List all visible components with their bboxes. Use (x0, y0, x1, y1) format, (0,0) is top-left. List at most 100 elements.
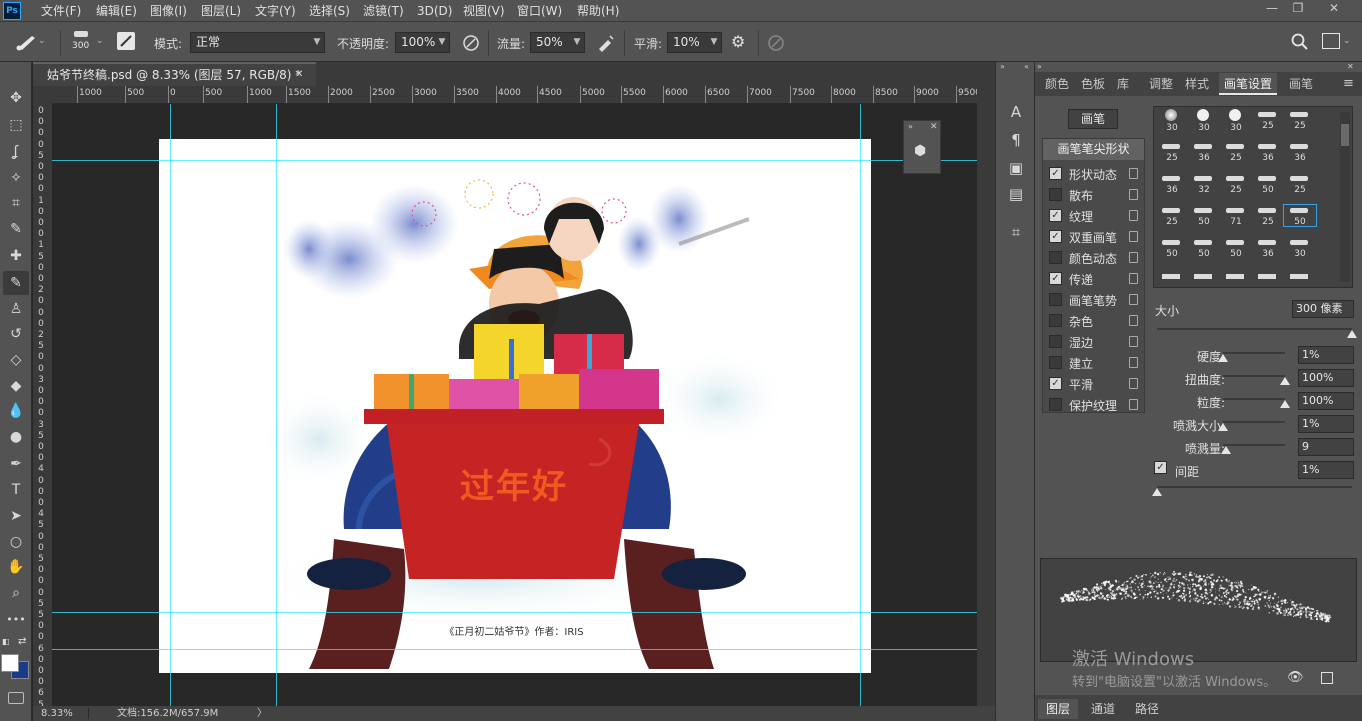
brush-option-row[interactable]: ✓ 平滑 (1043, 374, 1144, 395)
guide-vertical[interactable] (860, 104, 861, 706)
brush-preset-cell[interactable]: 36 (1252, 237, 1284, 259)
lock-icon[interactable] (1129, 273, 1138, 284)
document-canvas[interactable]: 过年好 《正月初二姑爷节》作者：IRIS (159, 139, 871, 673)
brush-tool-icon[interactable]: ✎ (3, 271, 29, 295)
brush-option-checkbox[interactable]: ✓ (1049, 209, 1062, 222)
brush-preset-cell[interactable]: 25 (1220, 173, 1252, 195)
brush-preset-cell[interactable] (1188, 269, 1220, 287)
hardness-slider-thumb[interactable] (1218, 354, 1228, 362)
menu-help[interactable]: 帮助(H) (577, 2, 619, 20)
guide-horizontal[interactable] (52, 612, 977, 613)
healing-tool-icon[interactable]: ✚ (3, 244, 29, 268)
lock-icon[interactable] (1129, 336, 1138, 347)
brush-option-checkbox[interactable] (1049, 293, 1062, 306)
spray-amount-field[interactable]: 9 (1298, 438, 1354, 456)
brush-preset-cell[interactable]: 50 (1283, 204, 1317, 227)
workspace-chevron-icon[interactable]: ⌄ (1343, 36, 1351, 46)
brushes-button[interactable]: 画笔 (1068, 109, 1118, 129)
close-icon[interactable]: ✕ (1322, 0, 1346, 18)
tool-preset-chevron-icon[interactable]: ⌄ (38, 36, 46, 46)
brush-option-row[interactable]: ✓ 纹理 (1043, 206, 1144, 227)
lasso-tool-icon[interactable]: ʆ (3, 140, 29, 164)
character-panel-icon[interactable]: A (1002, 100, 1030, 124)
tab-brush-settings[interactable]: 画笔设置 (1219, 73, 1277, 95)
menu-file[interactable]: 文件(F) (41, 2, 81, 20)
presets-scrollbar[interactable] (1340, 112, 1350, 282)
brush-option-row[interactable]: 建立 (1043, 353, 1144, 374)
brush-option-checkbox[interactable] (1049, 188, 1062, 201)
brush-preset-cell[interactable]: 25 (1252, 109, 1284, 131)
tab-paths[interactable]: 路径 (1127, 699, 1167, 719)
brush-preset-cell[interactable]: 25 (1284, 109, 1316, 131)
more-tools-icon[interactable]: ••• (3, 608, 29, 632)
distortion-slider-thumb[interactable] (1280, 377, 1290, 385)
menu-image[interactable]: 图像(I) (150, 2, 187, 20)
menu-view[interactable]: 视图(V) (463, 2, 505, 20)
airbrush-icon[interactable] (596, 33, 616, 53)
brush-option-row[interactable]: 保护纹理 (1043, 395, 1144, 416)
smoothing-chevron-icon[interactable]: ▼ (706, 32, 722, 53)
grain-slider-thumb[interactable] (1280, 400, 1290, 408)
status-menu-arrow-icon[interactable]: 〉 (257, 706, 267, 721)
distortion-slider-track[interactable] (1223, 375, 1285, 377)
brush-preset-cell[interactable]: 25 (1252, 205, 1284, 227)
spacing-checkbox[interactable]: ✓ (1154, 461, 1167, 474)
stamp-tool-icon[interactable]: ♙ (3, 297, 29, 321)
menu-select[interactable]: 选择(S) (309, 2, 350, 20)
opacity-chevron-icon[interactable]: ▼ (434, 32, 450, 53)
ellipse-tool-icon[interactable]: ○ (3, 530, 29, 554)
panel-expand-icon[interactable]: « (1024, 62, 1029, 71)
brush-preset-cell[interactable]: 50 (1156, 237, 1188, 259)
vertical-scrollbar[interactable] (977, 86, 995, 706)
document-tab-close-icon[interactable]: ✕ (295, 64, 303, 86)
brush-preset-cell[interactable]: 25 (1156, 205, 1188, 227)
brush-option-checkbox[interactable] (1049, 335, 1062, 348)
lock-icon[interactable] (1129, 315, 1138, 326)
size-field[interactable]: 300 像素 (1292, 300, 1354, 318)
panel-menu-icon[interactable]: ≡ (1343, 76, 1354, 91)
document-tab[interactable]: 姑爷节终稿.psd @ 8.33% (图层 57, RGB/8) * ✕ (33, 62, 316, 86)
brush-option-checkbox[interactable]: ✓ (1049, 272, 1062, 285)
hardness-slider-track[interactable] (1223, 352, 1285, 354)
tab-layers[interactable]: 图层 (1038, 699, 1078, 719)
brush-preset-cell[interactable] (1220, 269, 1252, 287)
size-slider-thumb[interactable] (1347, 330, 1357, 338)
menu-layer[interactable]: 图层(L) (201, 2, 241, 20)
gear-icon[interactable]: ⚙ (731, 32, 751, 52)
workspace-icon[interactable] (1322, 33, 1340, 49)
spray-size-slider-thumb[interactable] (1218, 423, 1228, 431)
quick-mask-icon[interactable] (8, 692, 24, 704)
symmetry-icon[interactable] (766, 33, 786, 53)
brush-picker-chevron-icon[interactable]: ⌄ (96, 36, 104, 46)
spray-size-field[interactable]: 1% (1298, 415, 1354, 433)
tab-color[interactable]: 颜色 (1041, 73, 1073, 95)
brush-option-checkbox[interactable]: ✓ (1049, 230, 1062, 243)
lock-icon[interactable] (1129, 378, 1138, 389)
clone-source-icon[interactable]: ▣ (1002, 156, 1030, 180)
spacing-field[interactable]: 1% (1298, 461, 1354, 479)
minimize-icon[interactable]: — (1260, 0, 1284, 18)
brush-preset-cell[interactable]: 25 (1156, 141, 1188, 163)
menu-window[interactable]: 窗口(W) (517, 2, 562, 20)
brush-panel-toggle-icon[interactable] (117, 32, 135, 50)
new-brush-icon[interactable] (1321, 672, 1333, 684)
distortion-field[interactable]: 100% (1298, 369, 1354, 387)
lock-icon[interactable] (1129, 399, 1138, 410)
restore-icon[interactable]: ❐ (1286, 0, 1310, 18)
brush-option-checkbox[interactable] (1049, 356, 1062, 369)
default-colors-icon[interactable]: ◧ (2, 637, 14, 647)
brush-preset-cell[interactable]: 30 (1284, 237, 1316, 259)
panel-close-icon[interactable]: ✕ (930, 122, 938, 132)
panel-close-icon[interactable]: ✕ (1347, 62, 1354, 71)
lock-icon[interactable] (1129, 168, 1138, 179)
tab-adjustments[interactable]: 调整 (1145, 73, 1177, 95)
tab-brushes[interactable]: 画笔 (1285, 73, 1317, 95)
brush-preset-cell[interactable]: 36 (1156, 173, 1188, 195)
brush-picker[interactable]: 300 (68, 27, 98, 57)
brush-preset-cell[interactable]: 25 (1220, 141, 1252, 163)
notes-icon[interactable]: ▤ (1002, 182, 1030, 206)
ruler-origin[interactable] (33, 86, 52, 104)
foreground-color-swatch[interactable] (1, 654, 19, 672)
swap-colors-icon[interactable]: ⇄ (18, 636, 26, 647)
spray-size-slider-track[interactable] (1223, 421, 1285, 423)
